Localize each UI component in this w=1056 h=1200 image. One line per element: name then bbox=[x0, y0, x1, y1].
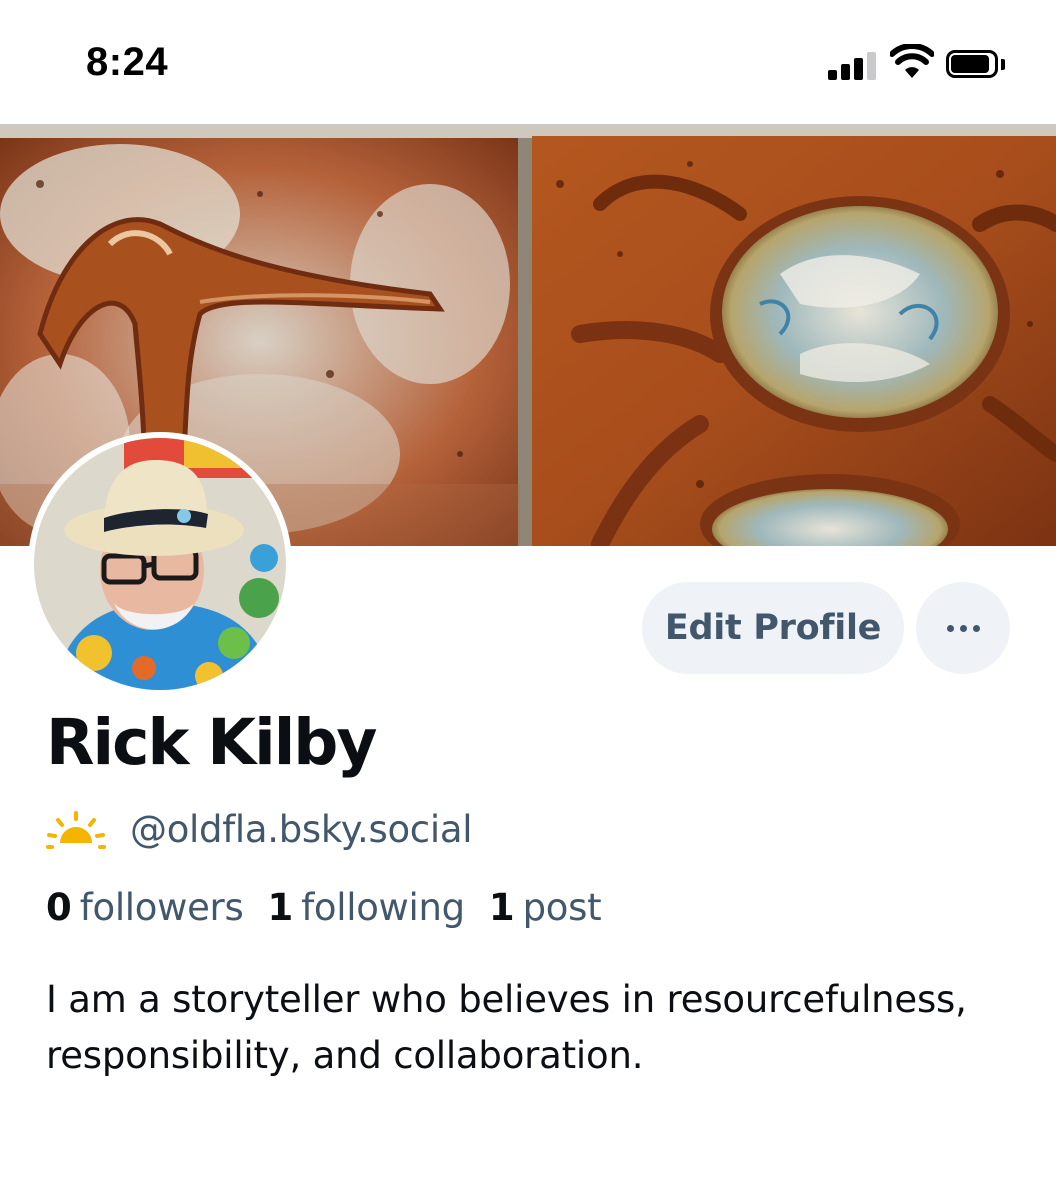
following-stat[interactable]: 1 following bbox=[267, 886, 465, 929]
followers-label: followers bbox=[79, 886, 244, 929]
profile-stats: 0 followers 1 following 1 post bbox=[46, 886, 625, 929]
handle-row: @oldfla.bsky.social bbox=[46, 804, 472, 854]
posts-label: post bbox=[522, 886, 602, 929]
cellular-signal-icon bbox=[828, 52, 878, 80]
wifi-icon bbox=[890, 44, 934, 78]
followers-stat[interactable]: 0 followers bbox=[46, 886, 244, 929]
followers-count: 0 bbox=[46, 886, 72, 929]
profile-handle[interactable]: @oldfla.bsky.social bbox=[130, 808, 472, 851]
profile-bio: I am a storyteller who believes in resou… bbox=[46, 978, 967, 1077]
display-name: Rick Kilby bbox=[46, 706, 377, 779]
status-bar: 8:24 bbox=[0, 0, 1056, 124]
more-options-button[interactable] bbox=[916, 582, 1010, 674]
status-time: 8:24 bbox=[86, 40, 169, 84]
following-label: following bbox=[301, 886, 465, 929]
ellipsis-icon bbox=[944, 619, 983, 637]
following-count: 1 bbox=[267, 886, 294, 929]
profile-avatar[interactable] bbox=[28, 432, 292, 696]
avatar-photo bbox=[34, 438, 286, 690]
battery-icon bbox=[946, 50, 1006, 80]
sun-emoji-icon bbox=[46, 811, 106, 849]
posts-stat: 1 post bbox=[488, 886, 602, 929]
edit-profile-button[interactable]: Edit Profile bbox=[642, 582, 904, 674]
posts-count: 1 bbox=[488, 886, 515, 929]
